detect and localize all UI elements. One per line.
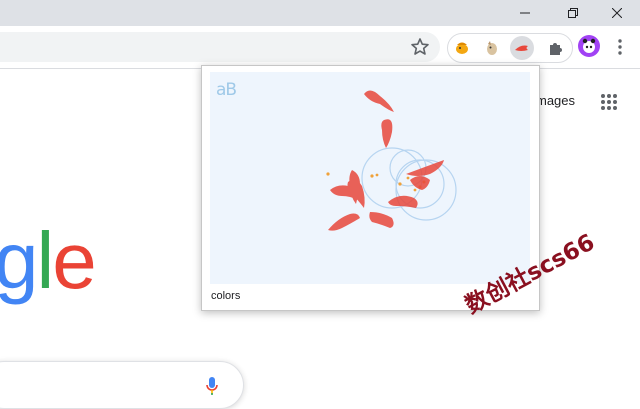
koi-fish [328,213,360,231]
extension-koi-button[interactable] [510,36,534,60]
images-link[interactable]: mages [536,93,575,108]
extensions-menu-button[interactable] [544,36,568,60]
star-icon [411,38,429,55]
more-vert-icon [618,39,622,55]
extension-pet-button[interactable] [480,36,504,60]
koi-pond-canvas[interactable]: aB [210,72,530,284]
logo-letter-g: g [0,216,38,305]
koi-fish [364,90,394,112]
logo-letter-l: l [36,216,55,305]
apps-grid-icon [601,94,617,110]
browser-toolbar [0,26,640,69]
koi-fish-icon [515,45,528,51]
goldfish-icon [456,42,468,54]
koi-pond-scene [326,90,457,231]
minimize-icon [520,12,530,14]
google-logo: gle [0,221,97,301]
restore-button[interactable] [550,0,596,26]
title-bar [0,0,640,26]
logo-letter-e: e [52,216,96,305]
microphone-icon [206,377,218,395]
bookmark-star-button[interactable] [408,35,432,59]
panda-avatar-icon [582,38,596,53]
koi-fish [369,212,394,228]
extension-goldfish-button[interactable] [450,36,474,60]
restore-icon [568,8,578,18]
voice-search-button[interactable] [205,376,219,396]
koi-fish [410,176,430,190]
close-button[interactable] [594,0,640,26]
extensions-group [447,33,573,63]
browser-menu-button[interactable] [614,37,626,57]
address-bar[interactable] [0,32,440,62]
koi-fish [388,195,418,208]
minimize-button[interactable] [502,0,548,26]
profile-avatar[interactable] [578,35,600,57]
puzzle-icon [550,43,562,55]
close-icon [612,8,622,18]
popup-caption: colors [211,290,241,302]
pet-icon [487,41,497,55]
koi-fish [381,119,393,148]
water-ripples [361,147,457,221]
google-apps-button[interactable] [600,93,618,111]
